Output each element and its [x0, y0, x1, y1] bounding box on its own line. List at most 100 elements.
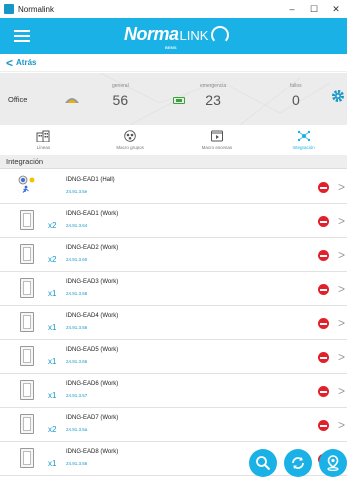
app-window: Normalink – ☐ ✕ Norma LINK BEMS < Atrás [0, 0, 347, 479]
chevron-right-icon[interactable]: > [338, 248, 345, 262]
sensor-motion-icon [18, 175, 35, 193]
section-header: Integración [0, 155, 347, 169]
remove-icon[interactable] [318, 216, 329, 227]
device-name: IDNG-EAD6 (Work) [66, 381, 119, 387]
remove-icon[interactable] [318, 284, 329, 295]
refresh-button[interactable] [284, 449, 312, 477]
stats-panel: Office general 56 emergencia 23 fallos 0 [0, 73, 347, 125]
device-panel-icon [20, 414, 34, 434]
chevron-right-icon[interactable]: > [338, 214, 345, 228]
search-button[interactable] [249, 449, 277, 477]
device-row[interactable]: x1 IDNG-EAD3 (Work) 24.91.3.68 > [0, 272, 347, 306]
tab-label: Integración [292, 145, 315, 150]
device-address: 24.91.3.5a [66, 427, 88, 432]
device-row[interactable]: IDNG-EAD1 (Hall) 24.91.3.5e > [0, 170, 347, 204]
stat-emergency: emergencia 23 [200, 83, 226, 108]
device-name: IDNG-EAD2 (Work) [66, 245, 119, 251]
device-address: 24.91.3.56 [66, 461, 88, 466]
brand-logo: Norma LINK [124, 24, 230, 45]
tab-label: Macro escenas [201, 145, 233, 150]
chevron-right-icon[interactable]: > [338, 384, 345, 398]
device-name: IDNG-EAD8 (Work) [66, 449, 119, 455]
device-panel-icon [20, 244, 34, 264]
device-name: IDNG-EAD5 (Work) [66, 347, 119, 353]
device-address: 24.91.3.64 [66, 223, 88, 228]
device-name: IDNG-EAD4 (Work) [66, 313, 119, 319]
faults-label: fallos [290, 83, 302, 89]
device-name: IDNG-EAD3 (Work) [66, 279, 119, 285]
location-pin-icon [327, 455, 339, 471]
brand-bold: Norma [124, 24, 179, 44]
device-row[interactable]: x2 IDNG-EAD1 (Work) 24.91.3.64 > [0, 204, 347, 238]
lamp-icon [65, 98, 79, 103]
device-name: IDNG-EAD1 (Hall) [66, 177, 115, 183]
tab-lineas[interactable]: Líneas [0, 126, 87, 155]
device-row[interactable]: x1 IDNG-EAD5 (Work) 24.91.3.66 > [0, 340, 347, 374]
brand-subtitle: BEMS [165, 45, 177, 50]
app-icon [4, 4, 14, 14]
device-address: 24.91.3.5e [66, 189, 88, 194]
tab-integracion[interactable]: Integración [260, 126, 347, 155]
device-list: IDNG-EAD1 (Hall) 24.91.3.5e > x2 IDNG-EA… [0, 170, 347, 476]
close-button[interactable]: ✕ [325, 0, 347, 18]
remove-icon[interactable] [318, 420, 329, 431]
device-name: IDNG-EAD7 (Work) [66, 415, 119, 421]
device-address: 24.91.3.68 [66, 291, 88, 296]
device-row[interactable]: x1 IDNG-EAD6 (Work) 24.91.3.57 > [0, 374, 347, 408]
location-button[interactable] [319, 449, 347, 477]
building-icon [36, 130, 50, 142]
device-multiplier: x1 [48, 459, 57, 468]
stat-faults: fallos 0 [290, 83, 302, 108]
device-row[interactable]: x2 IDNG-EAD2 (Work) 24.91.3.60 > [0, 238, 347, 272]
window-titlebar: Normalink – ☐ ✕ [0, 0, 347, 18]
tab-label: Macro grupos [116, 145, 144, 150]
general-label: general [112, 83, 129, 89]
maximize-button[interactable]: ☐ [303, 0, 325, 18]
hamburger-menu-icon[interactable] [14, 30, 30, 42]
device-panel-icon [20, 278, 34, 298]
device-address: 24.91.3.56 [66, 325, 88, 330]
tab-label: Líneas [36, 145, 51, 150]
emergency-value: 23 [205, 92, 221, 108]
back-button[interactable]: Atrás [16, 58, 36, 67]
device-name: IDNG-EAD1 (Work) [66, 211, 119, 217]
scene-icon [210, 130, 223, 142]
remove-icon[interactable] [318, 352, 329, 363]
chevron-right-icon[interactable]: > [338, 418, 345, 432]
device-multiplier: x2 [48, 255, 57, 264]
remove-icon[interactable] [318, 386, 329, 397]
refresh-icon [292, 457, 304, 469]
device-row[interactable]: x1 IDNG-EAD4 (Work) 24.91.3.56 > [0, 306, 347, 340]
device-multiplier: x2 [48, 425, 57, 434]
network-icon [297, 130, 310, 142]
chevron-right-icon[interactable]: > [338, 350, 345, 364]
brand-light: LINK [179, 28, 209, 43]
device-multiplier: x1 [48, 391, 57, 400]
tab-macro-grupos[interactable]: Macro grupos [87, 126, 174, 155]
remove-icon[interactable] [318, 250, 329, 261]
section-title: Integración [6, 157, 44, 166]
gear-icon[interactable] [331, 89, 345, 103]
window-title: Normalink [18, 4, 55, 14]
device-multiplier: x1 [48, 357, 57, 366]
device-multiplier: x1 [48, 289, 57, 298]
device-row[interactable]: x2 IDNG-EAD7 (Work) 24.91.3.5a > [0, 408, 347, 442]
remove-icon[interactable] [318, 182, 329, 193]
chevron-right-icon[interactable]: > [338, 316, 345, 330]
power-ring-icon [211, 26, 230, 44]
minimize-button[interactable]: – [281, 0, 303, 18]
room-name: Office [8, 95, 28, 104]
device-address: 24.91.3.57 [66, 393, 88, 398]
app-header: Norma LINK BEMS [0, 18, 347, 54]
device-panel-icon [20, 346, 34, 366]
device-panel-icon [20, 380, 34, 400]
tab-bar: Líneas Macro grupos Macro escenas Integr… [0, 126, 347, 155]
chevron-left-icon[interactable]: < [6, 56, 13, 70]
remove-icon[interactable] [318, 318, 329, 329]
back-bar[interactable]: < Atrás [0, 54, 347, 72]
tab-macro-escenas[interactable]: Macro escenas [174, 126, 261, 155]
device-multiplier: x2 [48, 221, 57, 230]
chevron-right-icon[interactable]: > [338, 180, 345, 194]
faults-value: 0 [291, 92, 300, 108]
chevron-right-icon[interactable]: > [338, 282, 345, 296]
